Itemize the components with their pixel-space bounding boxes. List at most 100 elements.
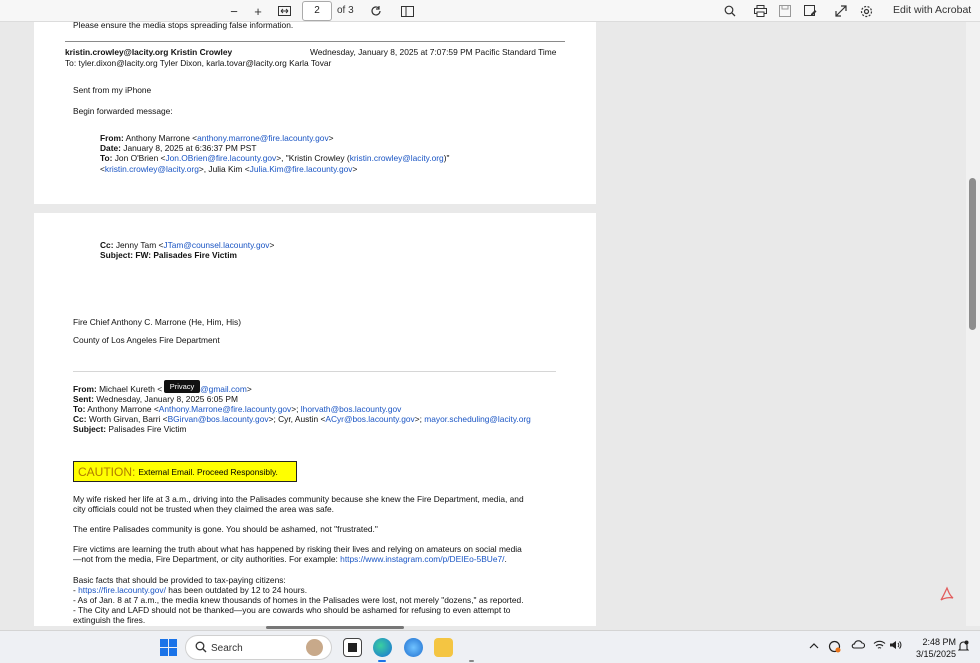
search-icon bbox=[195, 641, 207, 653]
field-label: To: bbox=[73, 404, 86, 414]
email-link[interactable]: anthony.marrone@fire.lacounty.gov bbox=[197, 133, 329, 143]
expand-icon bbox=[835, 5, 847, 17]
clock-date: 3/15/2025 bbox=[915, 649, 956, 659]
notifications-button[interactable] bbox=[957, 640, 970, 655]
orig-subject-line: Subject: Palisades Fire Victim bbox=[73, 424, 186, 434]
task-view-icon bbox=[348, 643, 357, 652]
field-text: . bbox=[504, 554, 507, 564]
field-text: Worth Girvan, Barri < bbox=[88, 414, 168, 424]
chevron-up-icon bbox=[809, 643, 819, 649]
pdf-page-1: Please ensure the media stops spreading … bbox=[34, 22, 596, 204]
print-button[interactable] bbox=[751, 2, 769, 20]
email-link[interactable]: lhorvath@bos.lacounty.gov bbox=[301, 404, 402, 414]
field-label: Cc: bbox=[73, 414, 87, 424]
email-link[interactable]: @gmail.com bbox=[200, 384, 247, 394]
sync-icon bbox=[828, 640, 841, 653]
wifi-icon bbox=[873, 640, 886, 649]
fwd-date-line: Date: January 8, 2025 at 6:36:37 PM PST bbox=[100, 143, 256, 153]
scroll-thumb[interactable] bbox=[969, 178, 976, 330]
field-label: From: bbox=[73, 384, 97, 394]
body-text: Basic facts that should be provided to t… bbox=[73, 575, 286, 585]
email-link[interactable]: mayor.scheduling@lacity.org bbox=[424, 414, 531, 424]
task-view-button[interactable] bbox=[343, 638, 362, 657]
rotate-icon bbox=[371, 6, 381, 16]
email-link[interactable]: Anthony.Marrone@fire.lacounty.gov bbox=[159, 404, 292, 414]
fit-width-icon bbox=[277, 6, 291, 16]
bullet-item: - https://fire.lacounty.gov/ has been ou… bbox=[73, 585, 307, 595]
acrobat-icon[interactable] bbox=[937, 584, 957, 604]
field-text: >; Cyr, Austin < bbox=[268, 414, 326, 424]
search-label: Search bbox=[211, 643, 243, 654]
field-text: Anthony Marrone < bbox=[125, 133, 198, 143]
page-number-input[interactable]: 2 bbox=[302, 1, 332, 21]
globe-app-button[interactable] bbox=[404, 638, 423, 657]
page-count: of 3 bbox=[337, 5, 354, 16]
zoom-in-button[interactable]: + bbox=[249, 2, 267, 20]
header-divider bbox=[65, 41, 565, 42]
windows-logo-icon bbox=[169, 648, 177, 656]
onedrive-button[interactable] bbox=[851, 640, 866, 652]
save-as-icon bbox=[803, 5, 816, 16]
save-button[interactable] bbox=[776, 2, 794, 20]
pdf-toolbar: − + 2 of 3 Edit with Acrobat bbox=[0, 0, 980, 22]
email-link[interactable]: JTam@counsel.lacounty.gov bbox=[163, 240, 269, 250]
search-icon bbox=[724, 5, 736, 17]
field-text: >; bbox=[414, 414, 425, 424]
instagram-link[interactable]: https://www.instagram.com/p/DEIEo-5BUe7/ bbox=[340, 554, 504, 564]
field-text: >, "Kristin Crowley ( bbox=[276, 153, 350, 163]
horizontal-scrollbar[interactable] bbox=[266, 626, 404, 629]
save-as-button[interactable] bbox=[801, 2, 819, 20]
wifi-button[interactable] bbox=[873, 640, 886, 653]
update-status-button[interactable] bbox=[828, 640, 841, 656]
fwd-to-line: To: Jon O'Brien <Jon.OBrien@fire.lacount… bbox=[100, 153, 449, 163]
to-line: To: tyler.dixon@lacity.org Tyler Dixon, … bbox=[65, 58, 332, 68]
pdf-viewer: Please ensure the media stops spreading … bbox=[0, 22, 966, 626]
email-link[interactable]: Julia.Kim@fire.lacounty.gov bbox=[250, 164, 353, 174]
edge-browser-button[interactable] bbox=[373, 638, 392, 657]
field-text: Palisades Fire Victim bbox=[108, 424, 187, 434]
windows-taskbar: Search 2:48 PM 3/15/2025 bbox=[0, 630, 980, 663]
email-link[interactable]: ACyr@bos.lacounty.gov bbox=[325, 414, 414, 424]
body-text: My wife risked her life at 3 a.m., drivi… bbox=[73, 494, 524, 504]
caution-text: External Email. Proceed Responsibly. bbox=[138, 466, 278, 477]
taskbar-search[interactable]: Search bbox=[185, 635, 332, 660]
gear-icon bbox=[860, 5, 872, 17]
field-label: Cc: bbox=[100, 240, 114, 250]
fwd-from-line: From: Anthony Marrone <anthony.marrone@f… bbox=[100, 133, 334, 143]
field-text: —not from the media, Fire Department, or… bbox=[73, 554, 341, 564]
fullscreen-button[interactable] bbox=[832, 2, 850, 20]
caution-banner: CAUTION: External Email. Proceed Respons… bbox=[73, 461, 297, 482]
email-link[interactable]: BGirvan@bos.lacounty.gov bbox=[168, 414, 269, 424]
start-button[interactable] bbox=[160, 639, 177, 656]
field-text: has been outdated by 12 to 24 hours. bbox=[165, 585, 308, 595]
body-text: Sent from my iPhone bbox=[73, 85, 152, 95]
settings-button[interactable] bbox=[857, 2, 875, 20]
email-link[interactable]: Jon.OBrien@fire.lacounty.gov bbox=[165, 153, 276, 163]
find-button[interactable] bbox=[721, 2, 739, 20]
field-text: > bbox=[328, 133, 334, 143]
subject-line: Subject: FW: Palisades Fire Victim bbox=[100, 250, 237, 260]
email-link[interactable]: kristin.crowley@lacity.org bbox=[105, 164, 199, 174]
windows-logo-icon bbox=[169, 639, 177, 647]
email-link[interactable]: kristin.crowley@lacity.org bbox=[350, 153, 444, 163]
windows-logo-icon bbox=[160, 648, 168, 656]
orig-sent-line: Sent: Wednesday, January 8, 2025 6:05 PM bbox=[73, 394, 238, 404]
field-label: From: bbox=[100, 133, 124, 143]
field-text: > bbox=[269, 240, 275, 250]
system-clock[interactable]: 2:48 PM 3/15/2025 bbox=[906, 636, 956, 660]
active-app-indicator bbox=[378, 660, 386, 662]
volume-button[interactable] bbox=[889, 640, 902, 653]
fit-width-button[interactable] bbox=[275, 2, 293, 20]
page-view-button[interactable] bbox=[398, 2, 416, 20]
show-hidden-icons-button[interactable] bbox=[809, 640, 819, 652]
field-label: Date: bbox=[100, 143, 121, 153]
vertical-scrollbar[interactable] bbox=[966, 22, 980, 626]
edit-with-acrobat-button[interactable]: Edit with Acrobat bbox=[893, 4, 971, 16]
bell-icon bbox=[957, 640, 970, 651]
fwd-to-line-cont: <kristin.crowley@lacity.org>, Julia Kim … bbox=[100, 164, 357, 174]
fire-site-link[interactable]: https://fire.lacounty.gov/ bbox=[78, 585, 166, 595]
bullet-item: extinguish the fires. bbox=[73, 615, 146, 625]
rotate-button[interactable] bbox=[367, 2, 385, 20]
file-explorer-button[interactable] bbox=[434, 638, 453, 657]
zoom-out-button[interactable]: − bbox=[225, 2, 243, 20]
